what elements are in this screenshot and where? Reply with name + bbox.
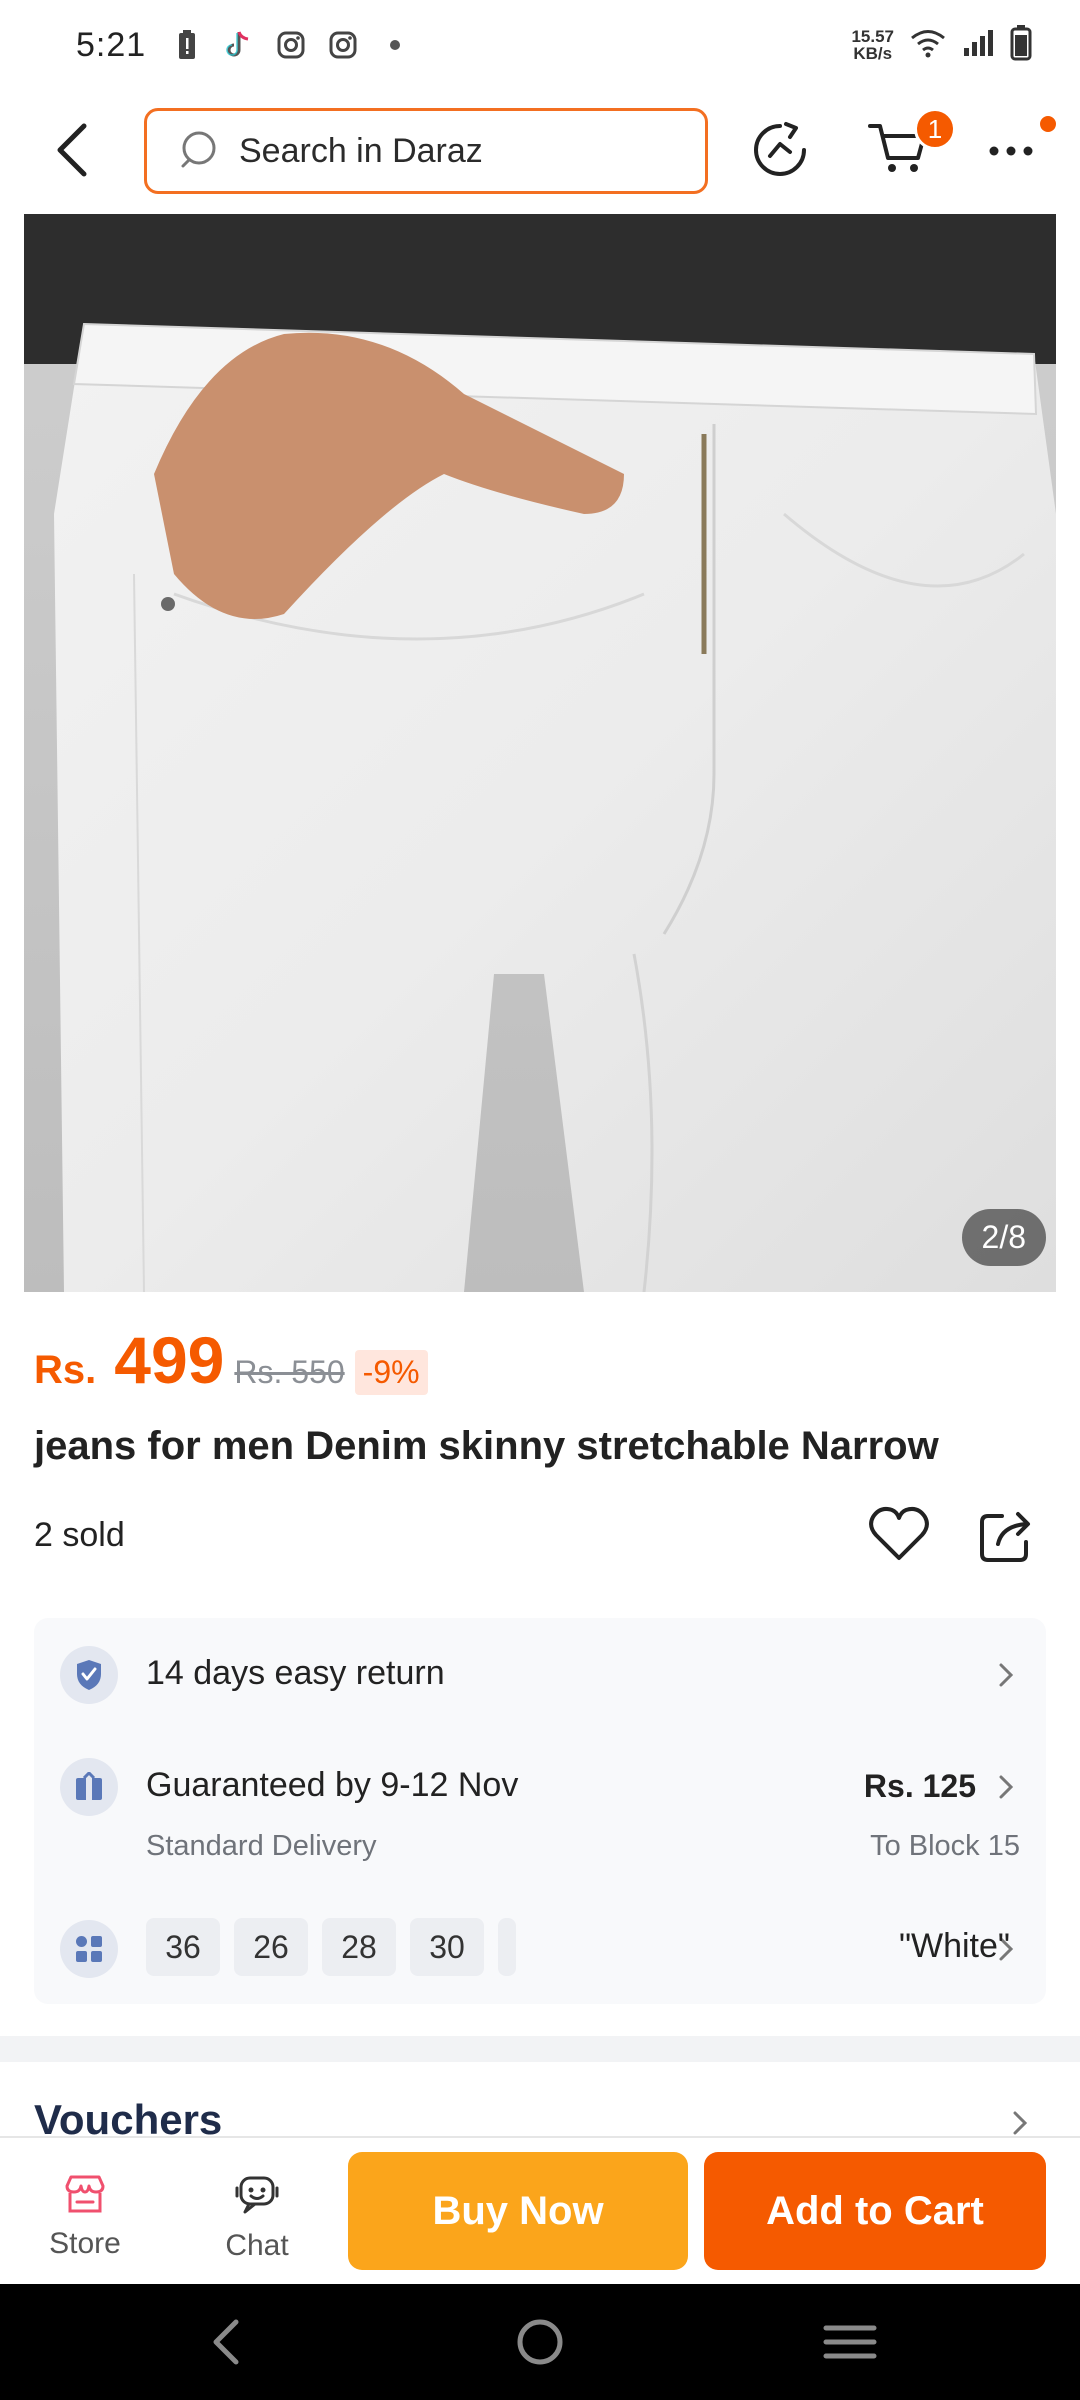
search-icon	[179, 128, 221, 175]
product-title: jeans for men Denim skinny stretchable N…	[34, 1424, 939, 1468]
top-bar: Search in Daraz 1	[0, 90, 1080, 210]
size-chip[interactable]: 28	[322, 1918, 396, 1976]
delivery-fee: Rs. 125	[863, 1768, 976, 1804]
cart-count-badge: 1	[914, 108, 956, 150]
price-value: 499	[114, 1323, 225, 1397]
more-options-icon[interactable]	[986, 136, 1036, 166]
chevron-right-icon	[996, 1660, 1016, 1690]
nav-menu-icon[interactable]	[820, 2316, 880, 2368]
wifi-icon	[910, 28, 946, 63]
variant-grid-icon	[60, 1920, 118, 1978]
back-arrow-icon[interactable]	[48, 122, 98, 178]
chat-button[interactable]: Chat	[202, 2174, 312, 2263]
network-speed-value: 15.57	[851, 27, 894, 46]
dot-icon	[380, 30, 410, 60]
price-row: Rs. 499 Rs. 550 -9%	[34, 1322, 428, 1398]
size-chip[interactable]: 26	[234, 1918, 308, 1976]
bottom-action-bar: Store Chat Buy Now Add to Cart	[0, 2136, 1080, 2284]
chevron-right-icon[interactable]	[1010, 2108, 1030, 2138]
network-speed-unit: KB/s	[853, 44, 893, 63]
status-time: 5:21	[76, 25, 147, 64]
network-speed: 15.57 KB/s	[851, 28, 894, 62]
package-icon	[60, 1758, 118, 1816]
nav-back-icon[interactable]	[200, 2316, 260, 2368]
discount-badge: -9%	[354, 1350, 428, 1395]
instagram-icon	[328, 30, 358, 60]
delivery-guarantee: Guaranteed by 9-12 Nov	[146, 1766, 519, 1804]
price-currency: Rs.	[34, 1348, 97, 1392]
original-price: Rs. 550	[234, 1354, 345, 1390]
battery-icon	[1010, 24, 1032, 66]
store-label: Store	[49, 2227, 121, 2260]
product-photo-illustration	[24, 214, 1056, 1292]
search-placeholder: Search in Daraz	[239, 131, 483, 170]
delivery-type: Standard Delivery	[146, 1830, 377, 1862]
size-chips: 36 26 28 30	[146, 1918, 516, 1976]
store-button[interactable]: Store	[30, 2174, 140, 2261]
chat-bot-icon	[233, 2174, 281, 2221]
search-input[interactable]: Search in Daraz	[144, 108, 708, 194]
store-icon	[63, 2174, 107, 2219]
delivery-row[interactable]: Guaranteed by 9-12 Nov Standard Delivery…	[34, 1758, 1046, 1868]
size-chip-partial[interactable]	[498, 1918, 516, 1976]
product-image[interactable]: 2/8	[24, 214, 1056, 1292]
size-chip[interactable]: 36	[146, 1918, 220, 1976]
heart-icon[interactable]	[868, 1506, 930, 1562]
system-navigation-bar	[0, 2284, 1080, 2400]
sold-count: 2 sold	[34, 1516, 125, 1554]
nav-home-icon[interactable]	[510, 2316, 570, 2368]
section-divider	[0, 2036, 1080, 2062]
add-to-cart-button[interactable]: Add to Cart	[704, 2152, 1046, 2270]
return-text: 14 days easy return	[146, 1654, 445, 1692]
refresh-icon[interactable]	[752, 120, 808, 180]
chat-label: Chat	[225, 2229, 289, 2262]
tiktok-icon	[224, 30, 254, 60]
image-counter: 2/8	[961, 1209, 1046, 1266]
return-policy-row[interactable]: 14 days easy return	[34, 1646, 1046, 1704]
shield-check-icon	[60, 1646, 118, 1704]
signal-icon	[962, 28, 994, 63]
chevron-right-icon	[996, 1772, 1016, 1802]
notification-dot	[1040, 116, 1056, 132]
battery-alert-icon	[172, 30, 202, 60]
status-bar: 5:21 15.57 KB/s	[0, 0, 1080, 90]
status-right: 15.57 KB/s	[851, 24, 1032, 66]
notification-icons	[172, 30, 410, 60]
share-icon[interactable]	[978, 1506, 1036, 1564]
delivery-location: To Block 15	[870, 1830, 1020, 1862]
instagram-icon	[276, 30, 306, 60]
buy-now-button[interactable]: Buy Now	[348, 2152, 688, 2270]
size-chip[interactable]: 30	[410, 1918, 484, 1976]
selected-color: "White"	[898, 1927, 1010, 1965]
